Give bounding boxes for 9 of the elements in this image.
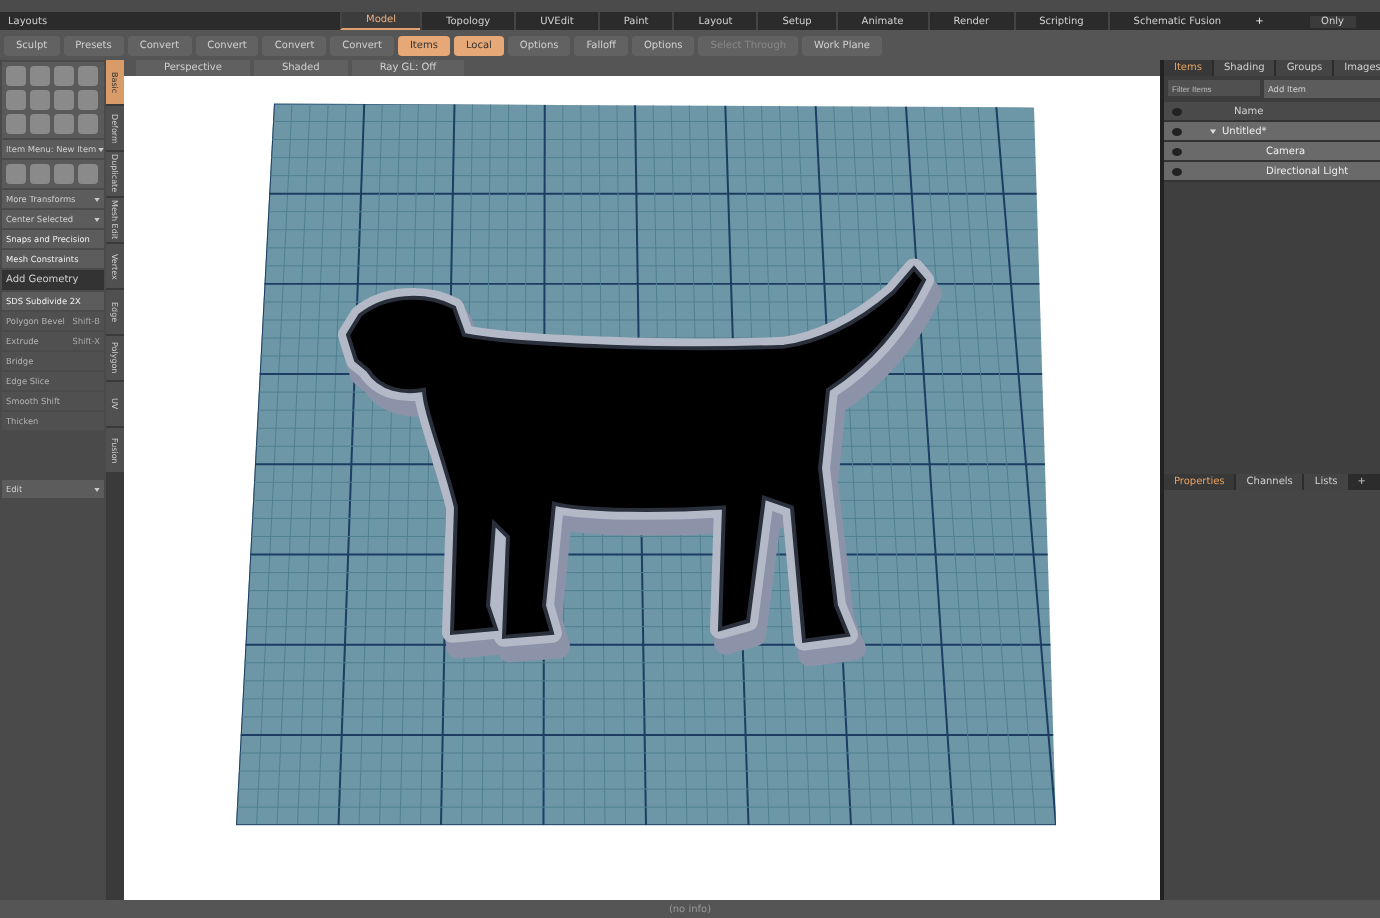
caret-icon: [94, 197, 100, 201]
caret-icon: [98, 147, 105, 151]
eye-icon[interactable]: [1172, 167, 1182, 175]
expanded-caret-icon[interactable]: [1210, 128, 1216, 134]
caret-icon: [94, 487, 100, 491]
eye-icon[interactable]: [1172, 147, 1182, 155]
eye-icon: [1172, 107, 1182, 115]
eye-icon[interactable]: [1172, 127, 1182, 135]
caret-icon: [94, 217, 100, 221]
